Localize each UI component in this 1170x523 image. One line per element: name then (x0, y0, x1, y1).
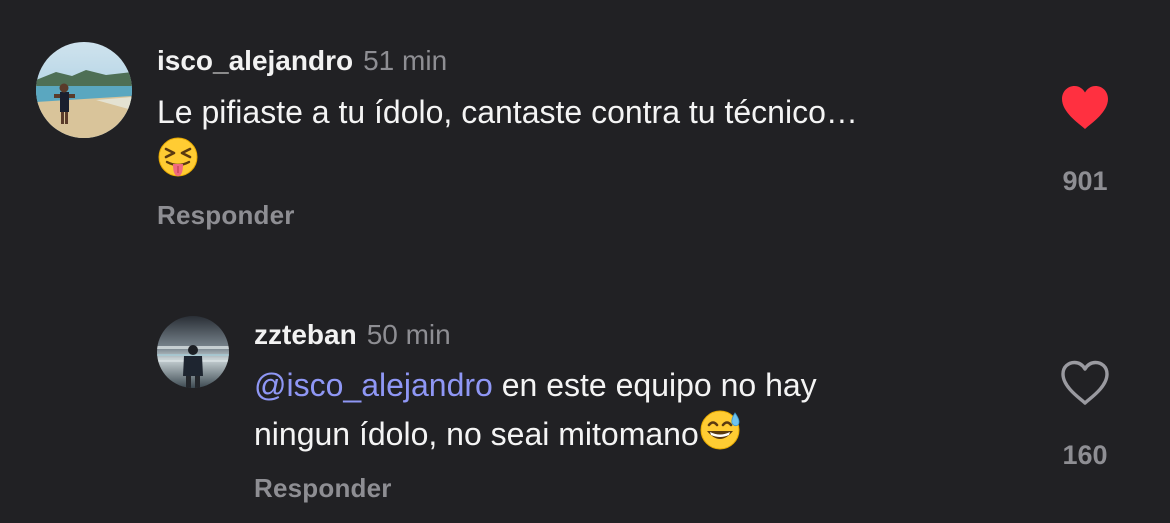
comment-text: @isco_alejandro en este equipo no hay ni… (254, 361, 1034, 464)
reply-button[interactable]: Responder (157, 200, 295, 231)
like-count: 901 (1062, 166, 1108, 196)
like-button[interactable] (1055, 80, 1115, 140)
username[interactable]: zzteban (254, 319, 357, 350)
username[interactable]: isco_alejandro (157, 45, 353, 76)
comment-body-line2: ningun ídolo, no seai mitomano (254, 415, 699, 452)
heart-outline-icon (1060, 360, 1110, 411)
comment-2: zzteban 50 min @isco_alejandro en este eq… (0, 280, 1170, 523)
comment-header: zzteban 50 min (254, 318, 451, 352)
avatar[interactable] (36, 42, 132, 138)
heart-filled-icon (1060, 85, 1110, 136)
comment-1: isco_alejandro 51 min Le pifiaste a tu íd… (0, 0, 1170, 260)
comment-header: isco_alejandro 51 min (157, 44, 447, 78)
like-button[interactable] (1055, 355, 1115, 415)
like-count: 160 (1062, 440, 1108, 470)
avatar-beach-photo (36, 42, 132, 138)
timestamp: 50 min (366, 319, 451, 350)
squinting-face-with-tongue-icon (157, 136, 199, 191)
comment-body-line1: en este equipo no hay (492, 367, 817, 403)
avatar[interactable] (157, 316, 229, 388)
avatar-person-photo (157, 316, 229, 388)
comment-body: Le pifiaste a tu ídolo, cantaste contra … (157, 94, 858, 130)
timestamp: 51 min (363, 45, 448, 76)
comment-text: Le pifiaste a tu ídolo, cantaste contra … (157, 88, 1037, 191)
mention-link[interactable]: @isco_alejandro (254, 367, 493, 403)
grinning-face-with-sweat-icon (699, 409, 743, 464)
reply-button[interactable]: Responder (254, 473, 392, 504)
